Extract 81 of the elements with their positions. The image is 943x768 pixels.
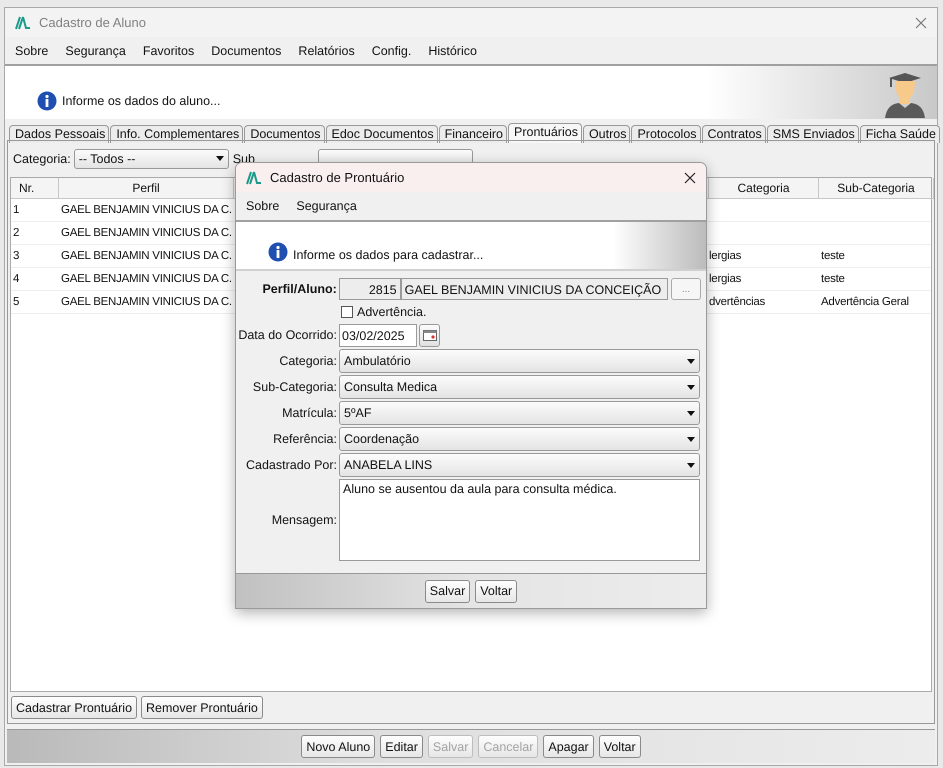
app-logo-icon	[246, 170, 262, 184]
field-label: Mensagem:	[270, 513, 337, 527]
header-message: Informe os dados do aluno...	[62, 94, 220, 108]
app-logo-icon	[15, 16, 31, 30]
close-icon[interactable]	[684, 172, 696, 184]
table-cell: lergias	[709, 273, 742, 285]
table-cell: teste	[821, 250, 845, 262]
field-label: Data do Ocorrido:	[237, 328, 337, 342]
dialog-title: Cadastro de Prontuário	[270, 170, 404, 185]
menu-item[interactable]: Segurança	[296, 199, 357, 213]
table-cell: lergias	[709, 250, 742, 262]
table-cell-text: 3	[12, 249, 20, 264]
calendar-icon	[422, 330, 436, 340]
menu-item[interactable]: Relatórios	[298, 44, 355, 58]
field-label: Perfil/Aluno:	[261, 282, 337, 296]
dialog-message: Informe os dados para cadastrar...	[293, 248, 484, 262]
table-cell: Advertência Geral	[821, 296, 909, 308]
table-cell-text: GAEL BENJAMIN VINICIUS DA C.	[60, 249, 233, 264]
menu-item[interactable]: Sobre	[15, 44, 48, 58]
tab[interactable]: Info. Complementares	[110, 125, 244, 143]
tab[interactable]: Contratos	[702, 125, 766, 143]
message-field[interactable]: Aluno se ausentou da aula para consulta médica.	[339, 479, 700, 561]
column-header[interactable]: Sub-Categoria	[819, 178, 934, 199]
select-field[interactable]: Coordenação	[339, 427, 700, 451]
code-field: 2815	[338, 278, 401, 300]
info-icon	[268, 242, 288, 262]
tab[interactable]: Outros	[582, 125, 630, 143]
table-cell-text: 5	[12, 295, 20, 310]
footer-button[interactable]: Voltar	[598, 735, 641, 758]
tab[interactable]: Ficha Saúde	[860, 125, 940, 143]
filter-label: Categoria:	[13, 152, 71, 166]
table-cell-text: GAEL BENJAMIN VINICIUS DA C.	[60, 203, 233, 218]
footer-button[interactable]: Novo Aluno	[301, 735, 376, 758]
menu-item[interactable]: Segurança	[65, 44, 126, 58]
record-button[interactable]: Cadastrar Prontuário	[11, 696, 138, 719]
select-field[interactable]: Ambulatório	[339, 349, 700, 373]
table-cell-text: GAEL BENJAMIN VINICIUS DA C.	[60, 226, 233, 241]
select-field[interactable]: Consulta Medica	[339, 375, 700, 399]
field-label: Sub-Categoria:	[252, 380, 337, 394]
tab[interactable]: SMS Enviados	[766, 125, 859, 143]
table-cell-text: 2	[12, 226, 20, 241]
table-cell-text: GAEL BENJAMIN VINICIUS DA C.	[60, 272, 233, 287]
date-field[interactable]: 03/02/2025	[339, 324, 417, 346]
tab[interactable]: Financeiro	[438, 125, 508, 143]
menu-item[interactable]: Histórico	[428, 44, 477, 58]
field-label: Cadastrado Por:	[244, 458, 337, 472]
select-field[interactable]: 5ºAF	[339, 401, 700, 425]
column-header[interactable]: Nr.	[11, 178, 59, 199]
select-field[interactable]: ANABELA LINS	[339, 453, 700, 477]
table-cell: teste	[821, 273, 845, 285]
checkbox-label: Advertência.	[357, 305, 426, 319]
dropdown-arrow-icon	[216, 156, 224, 161]
info-icon	[37, 91, 57, 111]
field-label: Matrícula:	[281, 406, 337, 420]
dialog-button[interactable]: Voltar	[475, 580, 518, 602]
tab[interactable]: Protocolos	[631, 125, 701, 143]
tab[interactable]: Prontuários	[508, 123, 582, 143]
menu-item[interactable]: Favoritos	[142, 44, 194, 58]
table-cell-text: 4	[12, 272, 20, 287]
calendar-button[interactable]	[419, 324, 440, 346]
menu-item[interactable]: Config.	[372, 44, 412, 58]
menu-item[interactable]: Documentos	[211, 44, 282, 58]
tab[interactable]: Dados Pessoais	[9, 125, 110, 143]
table-cell: dvertências	[709, 296, 766, 308]
dialog-button[interactable]: Salvar	[424, 580, 470, 602]
field-label: Categoria:	[278, 354, 337, 368]
category-dropdown[interactable]: -- Todos --	[74, 148, 229, 168]
menu-item[interactable]: Sobre	[246, 199, 280, 213]
column-header[interactable]: Perfil	[59, 178, 234, 199]
checkbox[interactable]	[341, 306, 353, 318]
footer-button[interactable]: Editar	[380, 735, 423, 758]
window-title: Cadastro de Aluno	[39, 15, 146, 30]
tab[interactable]: Documentos	[244, 125, 324, 143]
tab[interactable]: Edoc Documentos	[326, 125, 438, 143]
field-label: Referência:	[272, 432, 337, 446]
record-button[interactable]: Remover Prontuário	[141, 696, 263, 719]
table-cell-text: GAEL BENJAMIN VINICIUS DA C.	[60, 295, 233, 310]
table-cell-text: 1	[12, 203, 20, 218]
column-header[interactable]: Categoria	[709, 178, 819, 199]
footer-button[interactable]: Apagar	[543, 735, 594, 758]
name-field: GAEL BENJAMIN VINICIUS DA CONCEIÇÃO	[400, 278, 668, 300]
